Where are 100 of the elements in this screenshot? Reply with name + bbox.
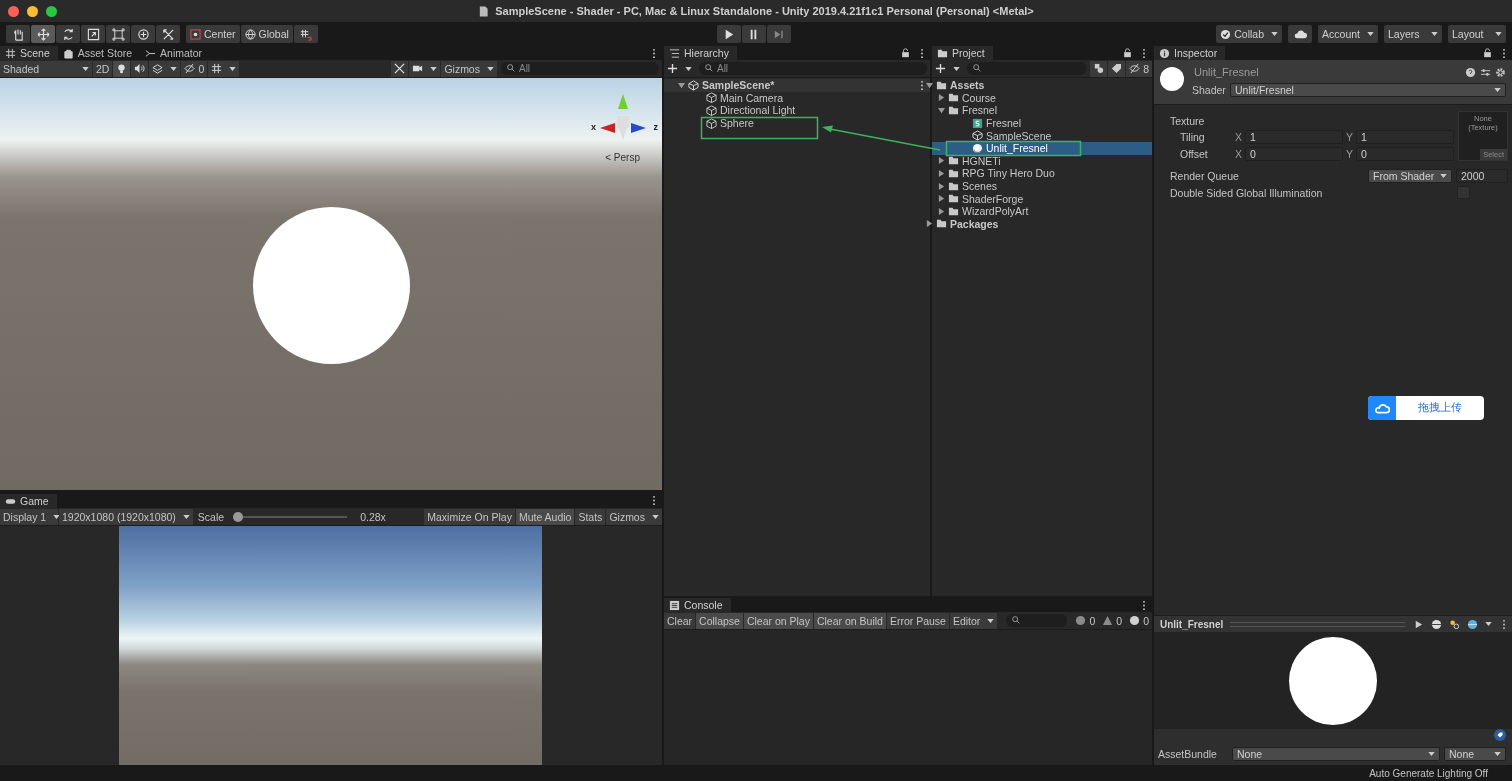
project-item[interactable]: Fresnel: [985, 117, 1021, 130]
help-icon[interactable]: [1465, 66, 1476, 78]
hierarchy-item[interactable]: Directional Light: [719, 104, 796, 117]
2d-toggle[interactable]: 2D: [93, 60, 113, 77]
collab-dropdown[interactable]: Collab: [1216, 25, 1283, 43]
expand-arrow-icon[interactable]: [937, 94, 945, 102]
panel-tab[interactable]: Console: [663, 598, 731, 612]
view-toggle[interactable]: Maximize On Play: [424, 508, 515, 525]
search-field[interactable]: [966, 62, 1087, 75]
hierarchy-item[interactable]: Main Camera: [719, 91, 783, 104]
tag-icon[interactable]: [1494, 729, 1506, 741]
render-queue-field[interactable]: 2000: [1456, 168, 1508, 183]
more-icon[interactable]: [1141, 47, 1146, 59]
project-item[interactable]: Scenes: [961, 180, 997, 193]
hidden-objects-toggle[interactable]: 0: [181, 60, 208, 77]
more-icon[interactable]: [1141, 599, 1146, 611]
cloud-button[interactable]: [1288, 25, 1313, 43]
view-toggle[interactable]: Mute Audio: [515, 508, 575, 525]
move-tool-button[interactable]: [31, 25, 55, 43]
panel-tab[interactable]: Inspector: [1153, 46, 1226, 60]
console-toggle[interactable]: Collapse: [696, 612, 743, 629]
panel-tab[interactable]: Asset Store: [57, 46, 141, 60]
expand-arrow-icon[interactable]: [937, 182, 945, 190]
rect-tool-button[interactable]: [106, 25, 130, 43]
effects-dropdown[interactable]: [149, 60, 181, 77]
info-count-toggle[interactable]: 0: [1072, 612, 1099, 629]
search-field[interactable]: All: [500, 62, 659, 75]
panel-tab[interactable]: Animator: [140, 46, 211, 60]
close-window-button[interactable]: [8, 5, 19, 17]
settings-icon[interactable]: [1495, 66, 1506, 78]
filter-by-label-button[interactable]: [1108, 60, 1126, 77]
filter-by-type-button[interactable]: [1090, 60, 1108, 77]
panel-tab[interactable]: Hierarchy: [663, 46, 737, 60]
pivot-button[interactable]: Center: [186, 25, 240, 43]
scale-slider[interactable]: [233, 511, 348, 522]
audio-toggle[interactable]: [131, 60, 149, 77]
camera-dropdown[interactable]: [409, 60, 441, 77]
resolution-dropdown[interactable]: 1920x1080 (1920x1080): [59, 508, 193, 525]
project-item[interactable]: ShaderForge: [961, 192, 1024, 205]
editor-dropdown[interactable]: Editor: [949, 612, 998, 629]
tools-button[interactable]: [391, 60, 409, 77]
expand-arrow-icon[interactable]: [925, 220, 933, 228]
project-item[interactable]: Course: [961, 91, 996, 104]
console-toggle[interactable]: Clear on Play: [743, 612, 813, 629]
expand-arrow-icon[interactable]: [937, 169, 945, 177]
warning-count-toggle[interactable]: 0: [1099, 612, 1126, 629]
hand-tool-button[interactable]: [6, 25, 30, 43]
panel-tab[interactable]: Game: [0, 494, 57, 508]
console-toggle[interactable]: Error Pause: [886, 612, 949, 629]
more-icon[interactable]: [1502, 47, 1506, 59]
more-icon[interactable]: [1502, 618, 1506, 630]
gizmos-dropdown[interactable]: Gizmos: [441, 60, 497, 77]
panel-tab[interactable]: Project: [931, 46, 993, 60]
hierarchy-item[interactable]: Sphere: [719, 117, 754, 130]
project-item[interactable]: SampleScene: [985, 129, 1052, 142]
upload-button[interactable]: 拖拽上传: [1368, 396, 1484, 420]
layout-dropdown[interactable]: Layout: [1448, 25, 1506, 43]
rotate-tool-button[interactable]: [56, 25, 80, 43]
sliders-icon[interactable]: [1480, 66, 1491, 78]
grid-snap-button[interactable]: [293, 25, 318, 43]
more-icon[interactable]: [651, 494, 656, 506]
asset-bundle-variant-dropdown[interactable]: None: [1444, 747, 1506, 761]
render-queue-dropdown[interactable]: From Shader: [1368, 168, 1452, 183]
expand-arrow-icon[interactable]: [937, 157, 945, 165]
hidden-packages-toggle[interactable]: 8: [1126, 60, 1152, 77]
play-button[interactable]: [716, 25, 741, 43]
shader-dropdown[interactable]: Unlit/Fresnel: [1229, 83, 1506, 97]
expand-arrow-icon[interactable]: [677, 81, 685, 89]
more-icon[interactable]: [919, 79, 924, 91]
console-toggle[interactable]: Clear on Build: [813, 612, 886, 629]
grid-dropdown[interactable]: [208, 60, 240, 77]
project-item[interactable]: HGNETi: [961, 154, 1001, 167]
project-item[interactable]: Assets: [949, 79, 985, 92]
step-button[interactable]: [766, 25, 791, 43]
console-toggle[interactable]: Clear: [663, 612, 696, 629]
number-field[interactable]: 1: [1245, 129, 1343, 144]
projection-label[interactable]: < Persp: [605, 152, 640, 163]
lock-icon[interactable]: [1122, 48, 1132, 58]
project-item[interactable]: RPG Tiny Hero Duo: [961, 167, 1055, 180]
draw-mode-dropdown[interactable]: Shaded: [0, 60, 92, 77]
view-toggle[interactable]: Stats: [575, 508, 606, 525]
project-item[interactable]: WizardPolyArt: [961, 205, 1029, 218]
expand-arrow-icon[interactable]: [937, 207, 945, 215]
account-dropdown[interactable]: Account: [1318, 25, 1378, 43]
number-field[interactable]: 1: [1356, 129, 1454, 144]
expand-arrow-icon[interactable]: [937, 107, 945, 114]
asset-bundle-dropdown[interactable]: None: [1231, 747, 1440, 761]
search-field[interactable]: [1006, 614, 1068, 627]
expand-arrow-icon[interactable]: [937, 195, 945, 203]
layers-dropdown[interactable]: Layers: [1384, 25, 1442, 43]
scene-viewport[interactable]: x z < Persp: [0, 78, 662, 490]
project-item[interactable]: Fresnel: [961, 104, 997, 117]
lighting-toggle[interactable]: [113, 60, 131, 77]
lock-icon[interactable]: [1483, 48, 1492, 58]
number-field[interactable]: 0: [1245, 146, 1343, 161]
more-icon[interactable]: [651, 47, 656, 59]
panel-tab[interactable]: Scene: [0, 46, 58, 60]
expand-arrow-icon[interactable]: [925, 81, 933, 89]
zoom-window-button[interactable]: [46, 5, 57, 17]
number-field[interactable]: 0: [1356, 146, 1454, 161]
